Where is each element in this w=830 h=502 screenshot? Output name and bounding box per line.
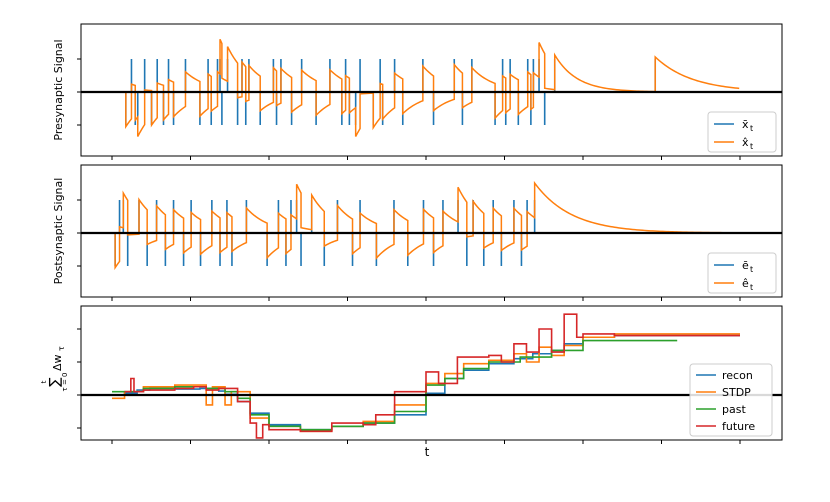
presynaptic-y-ticks [77,58,81,126]
presynaptic-legend: x̄ tx̂ t [707,111,777,153]
postsynaptic-plot-frame [80,164,783,298]
legend-label: future [722,420,755,433]
legend-label-sub: t [750,283,753,292]
presynaptic-panel: Presynaptic Signal x̄ tx̂ t [52,23,783,157]
weight-ylabel-upper: t [40,380,48,383]
weight-ylabel-sum: ∑ [47,377,63,387]
legend-label: ê [742,277,749,290]
postsynaptic-y-ticks [77,199,81,267]
weight-ylabel-term-sub: τ [57,346,66,351]
legend-label: ē [742,259,749,272]
weight-y-ticks [77,328,81,429]
legend-label: STDP [722,386,751,399]
figure: Presynaptic Signal x̄ tx̂ t Postsynaptic S… [40,23,783,459]
legend-label: x̂ [742,136,749,149]
legend-label-sub: t [750,142,753,151]
legend-label-sub: t [750,265,753,274]
weight-plot-frame [80,305,783,441]
x-axis-label: t [425,445,430,459]
legend-label: past [722,403,746,416]
legend-label: recon [722,369,753,382]
weight-legend: recon STDP past future [689,363,773,437]
presynaptic-ylabel: Presynaptic Signal [52,39,65,140]
legend-label-sub: t [750,124,753,133]
postsynaptic-ylabel: Postsynaptic Signal [52,178,65,285]
postsynaptic-legend: ē tê t [707,252,777,294]
weight-ylabel: τ = 0 ∑ t Δw τ [40,346,69,391]
legend-label: x̄ [742,118,749,131]
postsynaptic-panel: Postsynaptic Signal ē tê t [52,164,783,298]
weight-ylabel-term: Δw [51,354,64,371]
